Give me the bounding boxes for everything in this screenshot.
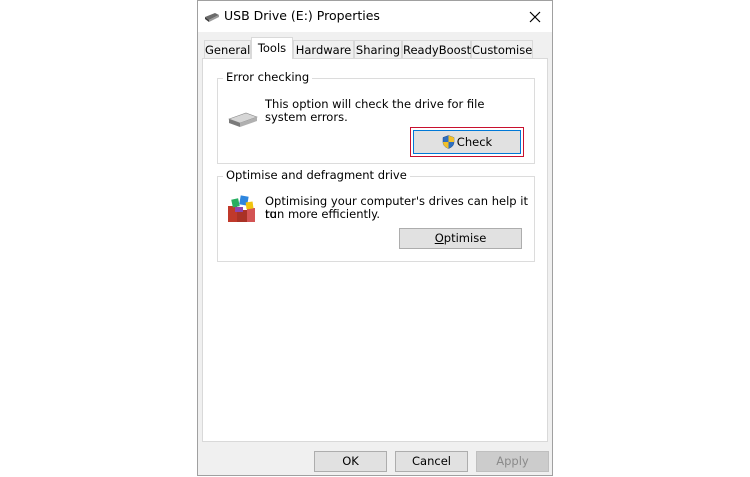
optimise-heading: Optimise and defragment drive (223, 168, 410, 182)
cancel-button[interactable]: Cancel (395, 451, 468, 472)
tab-hardware[interactable]: Hardware (293, 40, 354, 59)
error-checking-group: Error checking This option will check th… (217, 70, 535, 164)
tab-customise[interactable]: Customise (471, 40, 533, 59)
optimise-button-label: ptimise (443, 231, 487, 245)
tools-panel: Error checking This option will check th… (202, 58, 548, 442)
shield-icon (442, 135, 455, 149)
close-icon (529, 11, 541, 22)
tab-general[interactable]: General (204, 40, 251, 59)
usb-drive-icon (205, 13, 219, 22)
tab-sharing[interactable]: Sharing (354, 40, 402, 59)
properties-dialog: USB Drive (E:) Properties General Tools … (197, 0, 553, 476)
check-button-label: Check (456, 135, 493, 149)
tab-strip: General Tools Hardware Sharing ReadyBoos… (202, 37, 542, 59)
close-button[interactable] (518, 1, 552, 32)
apply-button[interactable]: Apply (476, 451, 549, 472)
tab-tools[interactable]: Tools (251, 37, 293, 59)
optimise-button-accesskey: O (434, 231, 444, 245)
optimise-button[interactable]: Optimise (399, 228, 522, 249)
error-checking-heading: Error checking (223, 70, 313, 84)
drive-icon (228, 112, 258, 127)
error-checking-line2: system errors. (265, 110, 348, 124)
window-title: USB Drive (E:) Properties (224, 8, 380, 23)
check-button[interactable]: Check (413, 130, 521, 154)
optimise-line2: run more efficiently. (265, 207, 381, 221)
tab-readyboost[interactable]: ReadyBoost (402, 40, 471, 59)
ok-button[interactable]: OK (314, 451, 387, 472)
defragment-icon (228, 195, 255, 222)
optimise-group: Optimise and defragment drive Optimising… (217, 168, 535, 262)
title-bar: USB Drive (E:) Properties (198, 1, 552, 32)
